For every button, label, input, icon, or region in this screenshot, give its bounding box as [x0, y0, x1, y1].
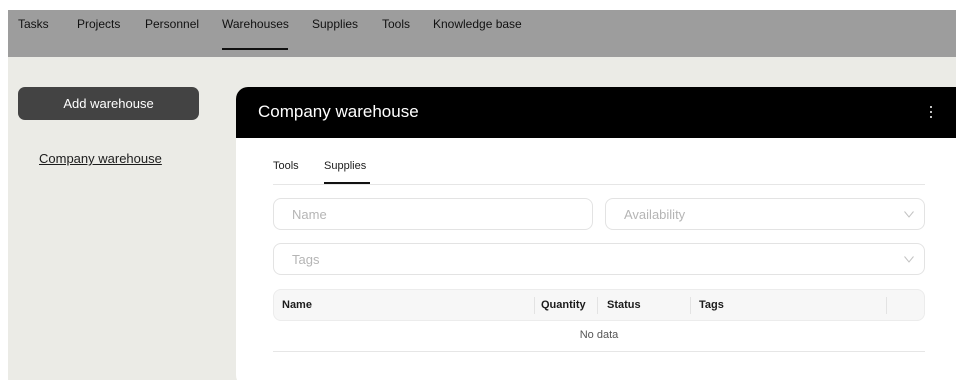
- column-header-quantity[interactable]: Quantity: [541, 299, 586, 311]
- active-tab-indicator: [324, 182, 370, 184]
- column-divider: [534, 297, 535, 314]
- tags-placeholder: Tags: [292, 252, 320, 267]
- name-filter-placeholder: Name: [292, 207, 327, 222]
- nav-item-warehouses[interactable]: Warehouses: [222, 17, 289, 31]
- sidebar-item-company-warehouse[interactable]: Company warehouse: [39, 151, 162, 166]
- empty-state-text: No data: [579, 329, 619, 341]
- nav-item-projects[interactable]: Projects: [77, 17, 120, 31]
- tab-supplies[interactable]: Supplies: [324, 160, 366, 172]
- column-divider: [690, 297, 691, 314]
- tab-divider: [273, 184, 925, 185]
- panel-header: Company warehouse: [236, 87, 956, 138]
- nav-item-knowledge-base[interactable]: Knowledge base: [433, 17, 522, 31]
- chevron-down-icon: [904, 211, 914, 218]
- nav-item-tools[interactable]: Tools: [382, 17, 410, 31]
- table-bottom-border: [273, 351, 925, 352]
- tab-tools[interactable]: Tools: [273, 160, 299, 172]
- nav-item-tasks[interactable]: Tasks: [18, 17, 49, 31]
- column-divider: [597, 297, 598, 314]
- column-header-tags[interactable]: Tags: [699, 299, 724, 311]
- nav-item-personnel[interactable]: Personnel: [145, 17, 199, 31]
- app-frame: Tasks Projects Personnel Warehouses Supp…: [8, 10, 956, 380]
- add-warehouse-button[interactable]: Add warehouse: [18, 87, 199, 120]
- table-header: Name Quantity Status Tags: [273, 289, 925, 321]
- chevron-down-icon: [904, 256, 914, 263]
- nav-active-indicator: [222, 48, 288, 50]
- column-divider: [886, 297, 887, 314]
- column-header-name[interactable]: Name: [282, 299, 312, 311]
- column-header-status[interactable]: Status: [607, 299, 641, 311]
- availability-select[interactable]: Availability: [605, 198, 925, 230]
- nav-item-supplies[interactable]: Supplies: [312, 17, 358, 31]
- availability-placeholder: Availability: [624, 207, 686, 222]
- top-nav: Tasks Projects Personnel Warehouses Supp…: [8, 10, 956, 57]
- tags-select[interactable]: Tags: [273, 243, 925, 275]
- warehouse-panel: Company warehouse Tools Supplies Name Av…: [236, 87, 956, 380]
- name-filter-input[interactable]: Name: [273, 198, 593, 230]
- more-options-icon[interactable]: [925, 102, 937, 122]
- panel-title: Company warehouse: [258, 102, 419, 121]
